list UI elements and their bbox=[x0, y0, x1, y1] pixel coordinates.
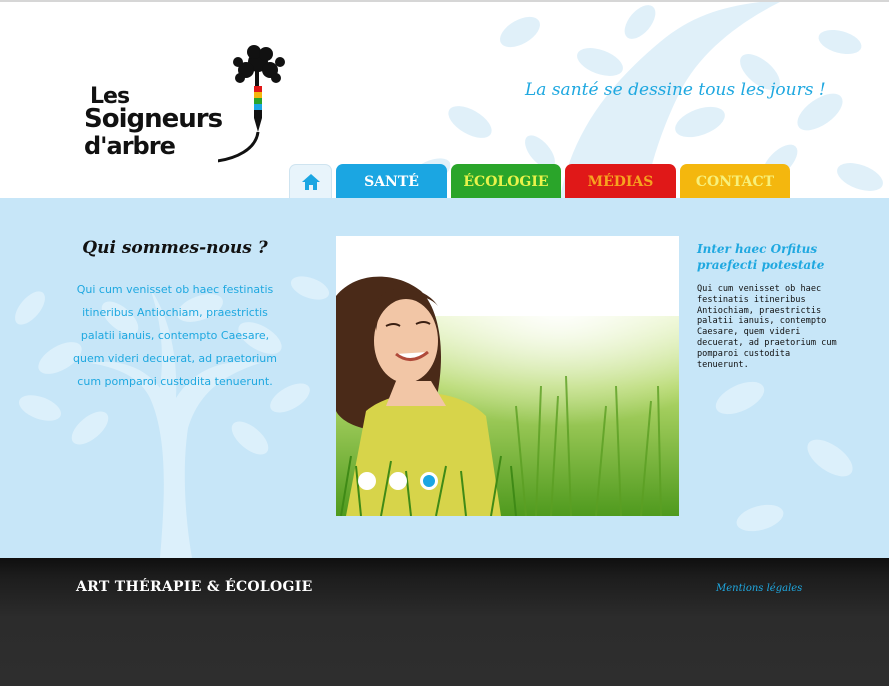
nav-tab-medias[interactable]: MÉDIAS bbox=[565, 164, 676, 198]
nav-tab-contact[interactable]: CONTACT bbox=[680, 164, 790, 198]
tagline: La santé se dessine tous les jours ! bbox=[525, 80, 826, 100]
home-icon bbox=[301, 174, 320, 190]
slider-dot-2[interactable] bbox=[389, 472, 407, 490]
slider-dot-1[interactable] bbox=[358, 472, 376, 490]
site-footer: ART THÉRAPIE & ÉCOLOGIE Mentions légales bbox=[0, 558, 889, 686]
logo-line-darbre: d'arbre bbox=[84, 132, 176, 160]
image-slider[interactable] bbox=[336, 236, 679, 516]
nav-tab-sante[interactable]: SANTÉ bbox=[336, 164, 447, 198]
legal-notice-link[interactable]: Mentions légales bbox=[716, 583, 802, 594]
main-content: Qui sommes-nous ? Qui cum venisset ob ha… bbox=[0, 198, 889, 558]
site-header: Les Soigneurs d'arbre La santé se dessin… bbox=[0, 2, 889, 198]
logo-tree-pencil-icon bbox=[218, 45, 285, 163]
slider-photo bbox=[336, 236, 679, 516]
sidebar-title: Inter haec Orfitus praefecti potestate bbox=[697, 242, 825, 272]
footer-brand: ART THÉRAPIE & ÉCOLOGIE bbox=[76, 579, 313, 595]
sidebar-text: Qui cum venisset ob haec festinatis itin… bbox=[697, 284, 837, 370]
slider-dot-3[interactable] bbox=[420, 472, 438, 490]
nav-tab-ecologie[interactable]: ÉCOLOGIE bbox=[451, 164, 561, 198]
site-logo[interactable]: Les Soigneurs d'arbre bbox=[78, 40, 308, 170]
nav-home-tab[interactable] bbox=[289, 164, 332, 198]
about-text: Qui cum venisset ob haec festinatis itin… bbox=[73, 283, 277, 388]
about-title: Qui sommes-nous ? bbox=[82, 238, 268, 258]
logo-line-soigneurs: Soigneurs bbox=[84, 104, 223, 134]
